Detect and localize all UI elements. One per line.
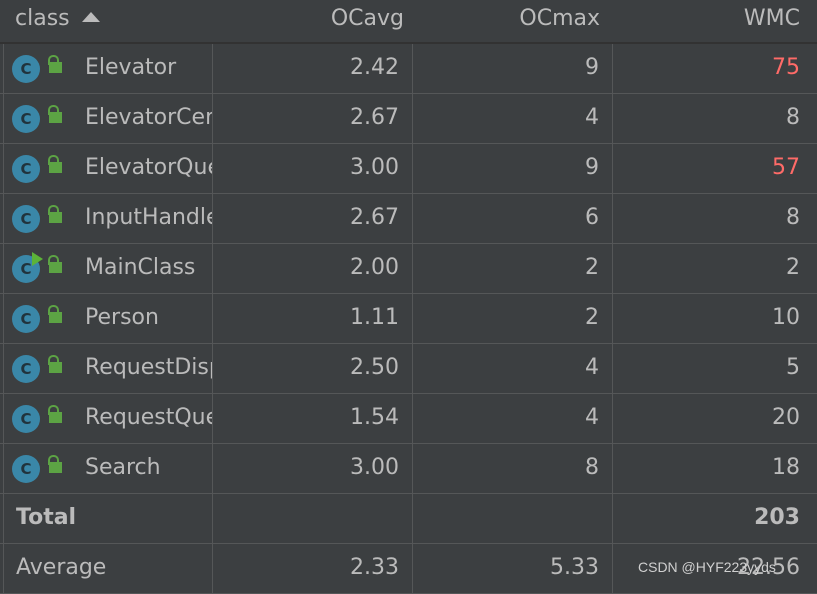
ocavg-cell: 2.67 (213, 194, 413, 243)
ocavg-cell: 2.50 (213, 344, 413, 393)
class-name-cell[interactable]: C RequestDispatcher (3, 344, 213, 393)
ocavg-cell: 1.54 (213, 394, 413, 443)
unlocked-padlock-icon (49, 262, 62, 273)
ocmax-cell: 9 (413, 144, 613, 193)
class-c-glyph: C (20, 310, 32, 328)
total-row-label: Total (3, 494, 213, 543)
table-row[interactable]: C Elevator 2.42 9 75 (0, 44, 817, 94)
class-c-icon: C (12, 205, 40, 233)
class-c-glyph: C (20, 160, 32, 178)
table-row[interactable]: C Search 3.00 8 18 (0, 444, 817, 494)
ocavg-cell: 3.00 (213, 444, 413, 493)
column-header-ocmax[interactable]: OCmax (519, 0, 600, 42)
class-name: ElevatorQueue (85, 155, 212, 180)
wmc-cell: 2 (786, 255, 800, 280)
watermark: CSDN @HYF223yyds (638, 559, 776, 575)
column-header-wmc[interactable]: WMC (744, 0, 800, 42)
ocavg-cell (213, 494, 413, 543)
class-name-cell[interactable]: C Person (3, 294, 213, 343)
ocmax-cell: 4 (413, 94, 613, 143)
wmc-cell: 8 (786, 105, 800, 130)
class-name: MainClass (85, 255, 196, 280)
class-c-glyph: C (20, 360, 32, 378)
wmc-cell: 203 (754, 505, 800, 530)
ocavg-cell: 2.33 (213, 544, 413, 593)
wmc-cell: 8 (786, 205, 800, 230)
class-c-icon: C (12, 455, 40, 483)
ocmax-cell: 4 (413, 344, 613, 393)
class-c-icon: C (12, 405, 40, 433)
unlocked-padlock-icon (49, 212, 62, 223)
unlocked-padlock-icon (49, 362, 62, 373)
unlocked-padlock-icon (49, 412, 62, 423)
table-row[interactable]: C InputHandler2.676 8 (0, 194, 817, 244)
class-name-cell[interactable]: C Elevator (3, 44, 213, 93)
wmc-cell: 10 (772, 305, 800, 330)
unlocked-padlock-icon (49, 112, 62, 123)
wmc-cell: 5 (786, 355, 800, 380)
ocavg-cell: 2.00 (213, 244, 413, 293)
ocavg-cell: 1.11 (213, 294, 413, 343)
ocavg-cell: 2.67 (213, 94, 413, 143)
ocmax-cell: 2 (413, 294, 613, 343)
ocavg-cell: 3.00 (213, 144, 413, 193)
wmc-cell: 18 (772, 455, 800, 480)
table-row[interactable]: C MainClass 2.00 2 2 (0, 244, 817, 294)
run-triangle-icon (32, 252, 43, 266)
ocmax-cell: 2 (413, 244, 613, 293)
class-c-glyph: C (20, 60, 32, 78)
class-name: RequestDispatcher (85, 355, 212, 380)
table-row[interactable]: C RequestDispatcher2.504 5 (0, 344, 817, 394)
class-c-icon: C (12, 355, 40, 383)
class-name-cell[interactable]: C RequestQueue (3, 394, 213, 443)
wmc-cell: 75 (772, 55, 800, 80)
ocmax-cell: 6 (413, 194, 613, 243)
ocmax-cell: 4 (413, 394, 613, 443)
unlocked-padlock-icon (49, 162, 62, 173)
class-c-glyph: C (20, 210, 32, 228)
ocmax-cell: 9 (413, 44, 613, 93)
sort-ascending-icon (81, 12, 100, 22)
ocmax-cell: 5.33 (413, 544, 613, 593)
class-name: Elevator (85, 55, 177, 80)
average-row-label-text: Average (16, 555, 107, 580)
average-row-label: Average (3, 544, 213, 593)
class-name-cell[interactable]: C ElevatorCenter (3, 94, 213, 143)
table-row[interactable]: C ElevatorCenter2.674 8 (0, 94, 817, 144)
class-name-cell[interactable]: C MainClass (3, 244, 213, 293)
class-c-glyph: C (20, 410, 32, 428)
column-header-ocavg[interactable]: OCavg (331, 0, 404, 42)
table-row[interactable]: C ElevatorQueue3.009 57 (0, 144, 817, 194)
class-name-cell[interactable]: C ElevatorQueue (3, 144, 213, 193)
ocavg-cell: 2.42 (213, 44, 413, 93)
metrics-table: CElevator2.42975CElevatorCenter2.6748CEl… (0, 44, 817, 594)
class-name-cell[interactable]: C Search (3, 444, 213, 493)
class-c-glyph: C (20, 110, 32, 128)
table-row[interactable]: C Person 1.11 2 10 (0, 294, 817, 344)
total-row-label-text: Total (16, 505, 77, 530)
table-row[interactable]: C RequestQueue1.544 20 (0, 394, 817, 444)
class-name: Search (85, 455, 161, 480)
unlocked-padlock-icon (49, 462, 62, 473)
unlocked-padlock-icon (49, 62, 62, 73)
ocmax-cell (413, 494, 613, 543)
column-header-class[interactable]: class (15, 0, 100, 42)
class-name: RequestQueue (85, 405, 212, 430)
class-name: InputHandler (85, 205, 212, 230)
table-header: class OCavg OCmax WMC (0, 0, 817, 44)
ocmax-cell: 8 (413, 444, 613, 493)
class-c-icon: C (12, 105, 40, 133)
total-row: Total 203 (0, 494, 817, 544)
class-name: Person (85, 305, 159, 330)
class-name: ElevatorCenter (85, 105, 212, 130)
class-c-glyph: C (20, 460, 32, 478)
wmc-cell: 57 (772, 155, 800, 180)
unlocked-padlock-icon (49, 312, 62, 323)
wmc-cell: 20 (772, 405, 800, 430)
class-c-icon: C (12, 55, 40, 83)
class-c-icon: C (12, 155, 40, 183)
class-name-cell[interactable]: C InputHandler (3, 194, 213, 243)
class-c-icon: C (12, 305, 40, 333)
column-label: class (15, 6, 70, 31)
